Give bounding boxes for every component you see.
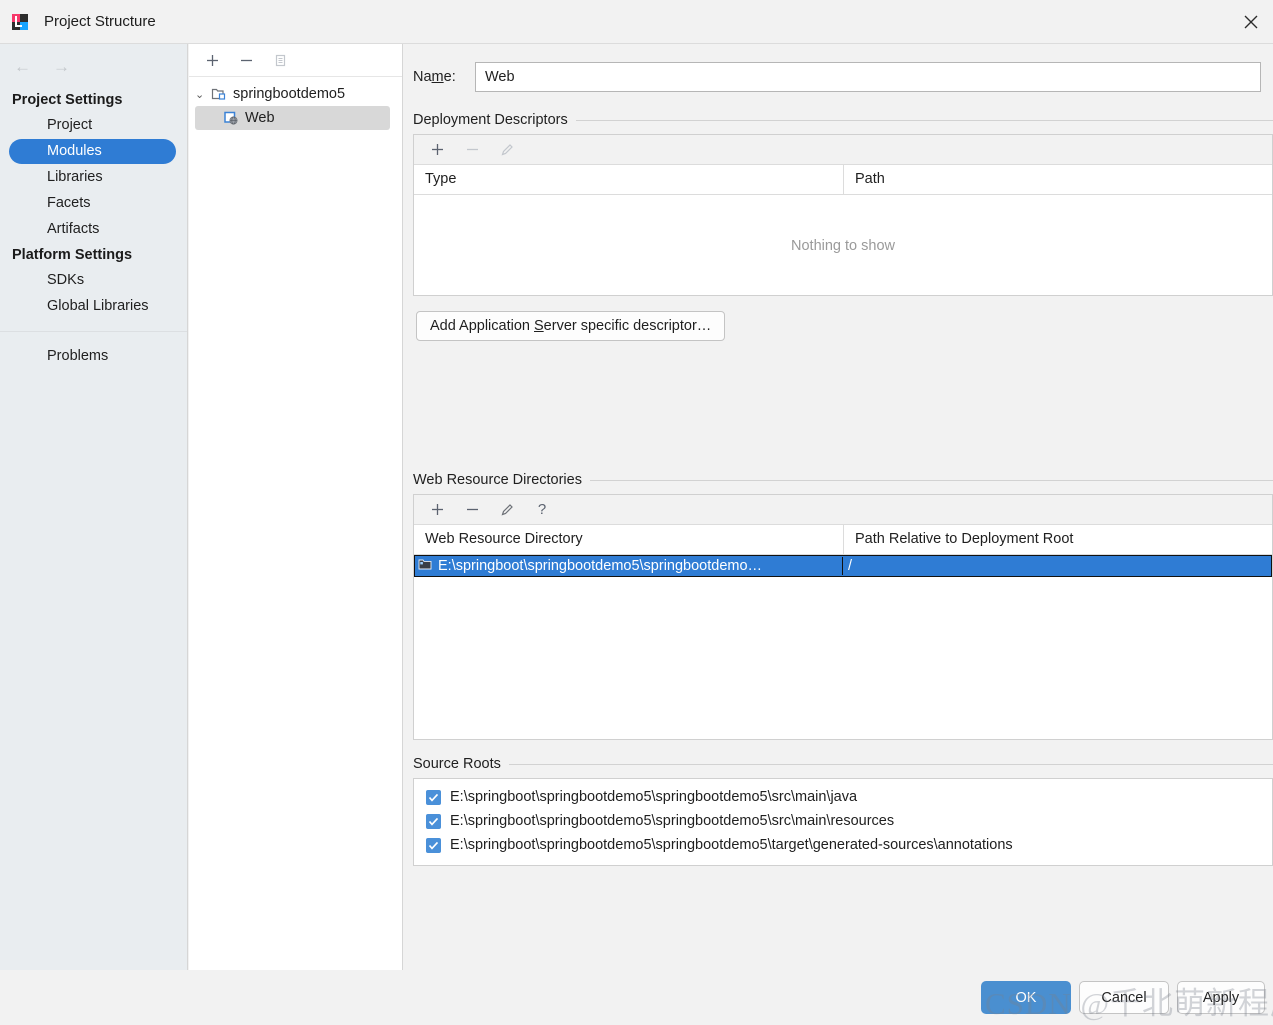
name-row: Name:: [404, 44, 1273, 92]
sidebar-item-project[interactable]: Project: [9, 113, 176, 138]
table-row[interactable]: E:\springboot\springbootdemo5\springboot…: [414, 555, 1272, 577]
tree-node-label: Web: [245, 110, 275, 126]
section-rule: [589, 479, 1273, 481]
source-root-checkbox[interactable]: [426, 837, 441, 853]
ok-button[interactable]: OK: [981, 981, 1071, 1014]
empty-state-text: Nothing to show: [791, 238, 895, 254]
remove-web-resource-icon[interactable]: [463, 501, 481, 519]
web-resource-directory-cell: E:\springboot\springbootdemo5\springboot…: [415, 557, 843, 575]
chevron-down-icon[interactable]: ⌄: [195, 88, 211, 101]
path-relative-cell: /: [848, 558, 853, 574]
module-tree-panel: ⌄ springbootdemo5 Web: [189, 44, 403, 970]
list-item[interactable]: E:\springboot\springbootdemo5\springboot…: [414, 785, 1272, 809]
web-resource-body: E:\springboot\springbootdemo5\springboot…: [414, 555, 1272, 739]
web-resource-directory-text: E:\springboot\springbootdemo5\springboot…: [438, 558, 763, 574]
deployment-descriptors-table: Type Path Nothing to show: [413, 134, 1273, 296]
web-resource-directories-header: Web Resource Directories: [413, 472, 1273, 488]
web-facet-icon: [223, 110, 239, 126]
source-root-checkbox[interactable]: [426, 813, 441, 829]
add-web-resource-icon[interactable]: [428, 501, 446, 519]
deployment-descriptors-body: Nothing to show: [414, 195, 1272, 295]
dialog-button-bar: OK Cancel Apply: [0, 970, 1273, 1025]
deployment-descriptors-toolbar: [414, 135, 1272, 165]
tree-node-web[interactable]: Web: [195, 106, 390, 130]
settings-sidebar: ← → Project Settings Project Modules Lib…: [0, 44, 188, 1025]
sidebar-item-facets[interactable]: Facets: [9, 191, 176, 216]
web-resource-directories-table: ? Web Resource Directory Path Relative t…: [413, 494, 1273, 740]
sidebar-group-platform-settings: Platform Settings: [12, 247, 133, 263]
copy-module-button[interactable]: [271, 51, 289, 69]
module-folder-icon: [211, 86, 227, 102]
source-root-path: E:\springboot\springbootdemo5\springboot…: [450, 813, 895, 829]
folder-icon: [418, 557, 432, 575]
remove-descriptor-icon: [463, 141, 481, 159]
intellij-idea-icon: [12, 13, 28, 30]
deployment-descriptors-header: Deployment Descriptors: [413, 112, 1273, 128]
back-arrow-icon[interactable]: ←: [14, 58, 31, 75]
window-title: Project Structure: [44, 13, 156, 30]
project-structure-dialog: Project Structure ← → Project Settings P…: [0, 0, 1273, 1025]
cancel-button[interactable]: Cancel: [1079, 981, 1169, 1014]
dialog-actions: OK Cancel Apply: [981, 981, 1265, 1014]
deployment-descriptors-header-row: Type Path: [414, 165, 1272, 195]
section-rule: [575, 119, 1273, 121]
web-resource-directories-title: Web Resource Directories: [413, 472, 582, 488]
module-name-input[interactable]: [475, 62, 1261, 92]
sidebar-divider: [0, 331, 187, 332]
nav-arrows: ← →: [0, 44, 187, 88]
name-label: Name:: [413, 69, 456, 85]
column-header-web-resource-directory[interactable]: Web Resource Directory: [414, 525, 844, 554]
add-descriptor-icon[interactable]: [428, 141, 446, 159]
column-header-path[interactable]: Path: [844, 165, 1272, 194]
forward-arrow-icon[interactable]: →: [53, 58, 70, 75]
close-icon[interactable]: [1229, 0, 1273, 44]
deployment-descriptors-title: Deployment Descriptors: [413, 112, 568, 128]
module-settings-panel: Name: Deployment Descriptors: [404, 44, 1273, 970]
tree-node-springbootdemo5[interactable]: ⌄ springbootdemo5: [189, 82, 402, 106]
web-resource-help-icon[interactable]: ?: [533, 501, 551, 519]
web-resource-header-row: Web Resource Directory Path Relative to …: [414, 525, 1272, 555]
remove-module-button[interactable]: [237, 51, 255, 69]
source-root-path: E:\springboot\springbootdemo5\springboot…: [450, 789, 858, 805]
source-roots-header: Source Roots: [413, 756, 1273, 772]
column-header-type[interactable]: Type: [414, 165, 844, 194]
apply-button[interactable]: Apply: [1177, 981, 1265, 1014]
list-item[interactable]: E:\springboot\springbootdemo5\springboot…: [414, 809, 1272, 833]
source-root-path: E:\springboot\springbootdemo5\springboot…: [450, 837, 1013, 853]
sidebar-group-project-settings: Project Settings: [12, 92, 123, 108]
sidebar-item-global-libraries[interactable]: Global Libraries: [9, 294, 176, 319]
sidebar-item-problems[interactable]: Problems: [9, 344, 176, 369]
add-module-button[interactable]: [203, 51, 221, 69]
column-header-path-relative[interactable]: Path Relative to Deployment Root: [844, 525, 1272, 554]
module-tree-toolbar: [189, 44, 402, 77]
source-roots-title: Source Roots: [413, 756, 501, 772]
source-roots-list: E:\springboot\springbootdemo5\springboot…: [413, 778, 1273, 866]
list-item[interactable]: E:\springboot\springbootdemo5\springboot…: [414, 833, 1272, 857]
sidebar-item-modules[interactable]: Modules: [9, 139, 176, 164]
tree-node-label: springbootdemo5: [233, 86, 346, 102]
edit-descriptor-icon: [498, 141, 516, 159]
section-rule: [508, 763, 1273, 765]
edit-web-resource-icon[interactable]: [498, 501, 516, 519]
add-application-server-descriptor-button[interactable]: Add Application Server specific descript…: [416, 311, 726, 341]
sidebar-item-artifacts[interactable]: Artifacts: [9, 217, 176, 242]
source-root-checkbox[interactable]: [426, 789, 441, 805]
sidebar-item-sdks[interactable]: SDKs: [9, 268, 176, 293]
web-resource-directories-toolbar: ?: [414, 495, 1272, 525]
title-bar: Project Structure: [0, 0, 1273, 44]
sidebar-item-libraries[interactable]: Libraries: [9, 165, 176, 190]
